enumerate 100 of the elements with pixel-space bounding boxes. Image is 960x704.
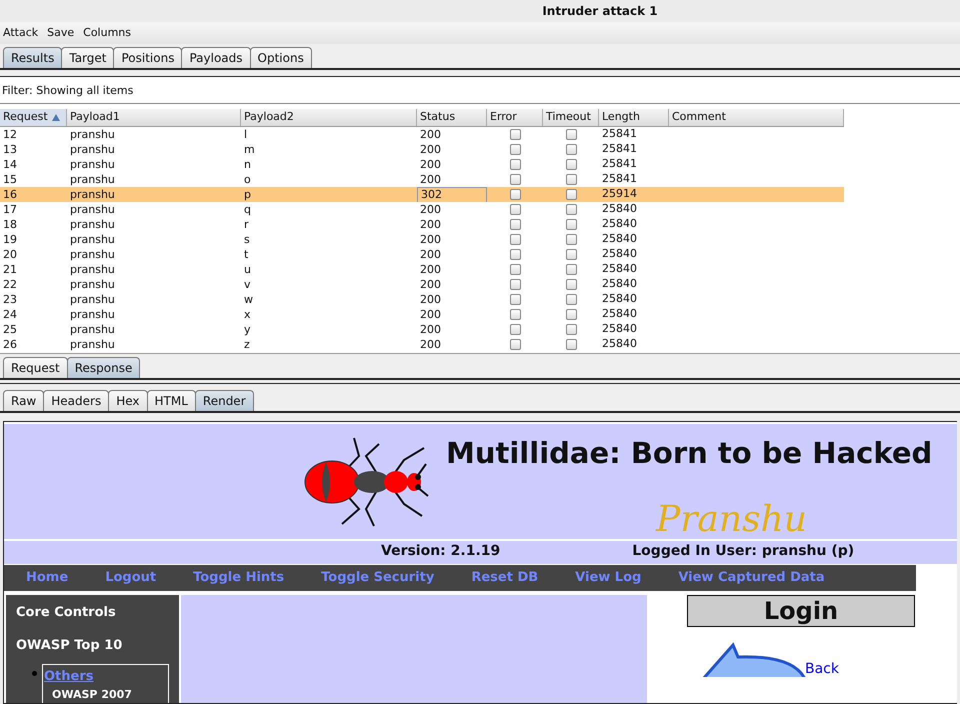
checkbox[interactable] bbox=[566, 339, 576, 350]
checkbox[interactable] bbox=[566, 189, 576, 200]
checkbox[interactable] bbox=[510, 174, 520, 185]
column-header[interactable]: Status bbox=[417, 109, 487, 126]
table-cell-text: 200 bbox=[419, 202, 442, 216]
tab[interactable]: Payloads bbox=[181, 47, 251, 68]
submenu-item[interactable]: OWASP 2007 bbox=[52, 686, 168, 703]
table-cell-text: 15 bbox=[2, 172, 18, 186]
table-cell-text: 200 bbox=[419, 292, 442, 306]
sort-up-icon bbox=[52, 114, 60, 121]
checkbox[interactable] bbox=[566, 279, 576, 290]
table-cell-text: 25841 bbox=[601, 156, 638, 172]
table-cell-text: v bbox=[243, 278, 252, 292]
checkbox[interactable] bbox=[510, 234, 520, 245]
tab[interactable]: Target bbox=[61, 47, 114, 68]
table-cell-text: p bbox=[243, 188, 252, 202]
checkbox[interactable] bbox=[510, 204, 520, 215]
menu-item[interactable]: Attack bbox=[3, 24, 38, 42]
table-cell-text: pranshu bbox=[69, 262, 116, 276]
table-cell-text: 25840 bbox=[601, 306, 638, 322]
tab[interactable]: Options bbox=[250, 47, 312, 68]
table-cell-text: pranshu bbox=[69, 172, 116, 186]
tab[interactable]: Results bbox=[3, 47, 62, 68]
checkbox[interactable] bbox=[566, 249, 576, 260]
checkbox[interactable] bbox=[510, 159, 520, 170]
table-cell-text: t bbox=[243, 248, 250, 262]
table-cell-text: 25841 bbox=[601, 171, 638, 188]
table-cell-text: pranshu bbox=[69, 322, 116, 336]
checkbox[interactable] bbox=[566, 144, 576, 155]
checkbox[interactable] bbox=[566, 204, 576, 215]
login-heading: Login bbox=[687, 595, 915, 627]
table-cell-text: 200 bbox=[419, 218, 442, 232]
table-cell-text: 23 bbox=[2, 292, 18, 306]
table-row[interactable]: 16 pranshu p 302 25914 bbox=[0, 187, 844, 202]
column-header[interactable]: Error bbox=[487, 109, 543, 126]
table-cell-text: 25840 bbox=[601, 276, 638, 292]
sidebar-item[interactable]: Core Controls bbox=[16, 603, 169, 622]
tab[interactable]: Raw bbox=[3, 390, 44, 411]
site-title: Mutillidae: Born to be Hacked bbox=[446, 435, 932, 472]
tab[interactable]: HTML bbox=[146, 390, 196, 411]
table-cell-text: 16 bbox=[2, 188, 18, 202]
table-cell-text: pranshu bbox=[69, 202, 116, 216]
table-cell-text: 200 bbox=[419, 142, 442, 156]
tab[interactable]: Request bbox=[3, 357, 68, 378]
sidebar-item[interactable]: OWASP Top 10 bbox=[16, 636, 169, 655]
checkbox[interactable] bbox=[510, 264, 520, 275]
table-cell-text: 200 bbox=[419, 232, 442, 246]
table-cell-text: 25840 bbox=[601, 216, 638, 232]
checkbox[interactable] bbox=[510, 219, 520, 230]
table-cell-text: z bbox=[243, 338, 251, 352]
checkbox[interactable] bbox=[510, 129, 520, 140]
checkbox[interactable] bbox=[566, 219, 576, 230]
checkbox[interactable] bbox=[566, 264, 576, 275]
table-cell-text: 25840 bbox=[601, 231, 638, 248]
checkbox[interactable] bbox=[566, 324, 576, 335]
table-cell-text: m bbox=[243, 142, 256, 156]
menu-item[interactable]: Columns bbox=[83, 24, 131, 42]
table-cell-text: pranshu bbox=[69, 338, 116, 352]
table-cell-text: 19 bbox=[2, 232, 18, 246]
checkbox[interactable] bbox=[566, 234, 576, 245]
checkbox[interactable] bbox=[510, 279, 520, 290]
tab[interactable]: Response bbox=[66, 357, 140, 378]
checkbox[interactable] bbox=[566, 129, 576, 140]
tab[interactable]: Headers bbox=[43, 390, 110, 411]
checkbox[interactable] bbox=[510, 324, 520, 335]
back-link[interactable]: Back bbox=[805, 661, 839, 677]
table-cell-text: 24 bbox=[2, 308, 18, 322]
table-cell-text: pranshu bbox=[69, 158, 116, 172]
column-header[interactable]: Payload2 bbox=[241, 109, 417, 126]
table-cell-text: pranshu bbox=[69, 232, 116, 246]
checkbox[interactable] bbox=[510, 294, 520, 305]
checkbox[interactable] bbox=[566, 309, 576, 320]
table-cell-text: n bbox=[243, 158, 252, 172]
column-header[interactable]: Comment bbox=[669, 109, 844, 126]
table-cell-text: pranshu bbox=[69, 248, 116, 262]
checkbox[interactable] bbox=[510, 144, 520, 155]
column-header[interactable]: Request bbox=[0, 109, 67, 126]
checkbox[interactable] bbox=[510, 249, 520, 260]
checkbox[interactable] bbox=[566, 294, 576, 305]
column-header[interactable]: Timeout bbox=[543, 109, 599, 126]
table-cell-text: 21 bbox=[2, 262, 18, 276]
tab[interactable]: Positions bbox=[113, 47, 182, 68]
checkbox[interactable] bbox=[566, 174, 576, 185]
tab[interactable]: Render bbox=[194, 390, 254, 411]
table-cell-text: 200 bbox=[419, 128, 442, 142]
table-cell-text: pranshu bbox=[69, 188, 116, 202]
menu-item[interactable]: Save bbox=[47, 24, 74, 42]
checkbox[interactable] bbox=[510, 339, 520, 350]
table-cell-text: q bbox=[243, 202, 252, 216]
column-header[interactable]: Payload1 bbox=[67, 109, 241, 126]
table-cell-text: w bbox=[243, 292, 254, 306]
table-cell-text: x bbox=[243, 308, 252, 322]
checkbox[interactable] bbox=[566, 159, 576, 170]
checkbox[interactable] bbox=[510, 309, 520, 320]
column-header[interactable]: Length bbox=[599, 109, 669, 126]
checkbox[interactable] bbox=[510, 189, 520, 200]
table-cell-text: 200 bbox=[419, 172, 442, 186]
table-cell-text: pranshu bbox=[69, 308, 116, 322]
tab[interactable]: Hex bbox=[108, 390, 148, 411]
table-cell-text: 25 bbox=[2, 322, 18, 336]
